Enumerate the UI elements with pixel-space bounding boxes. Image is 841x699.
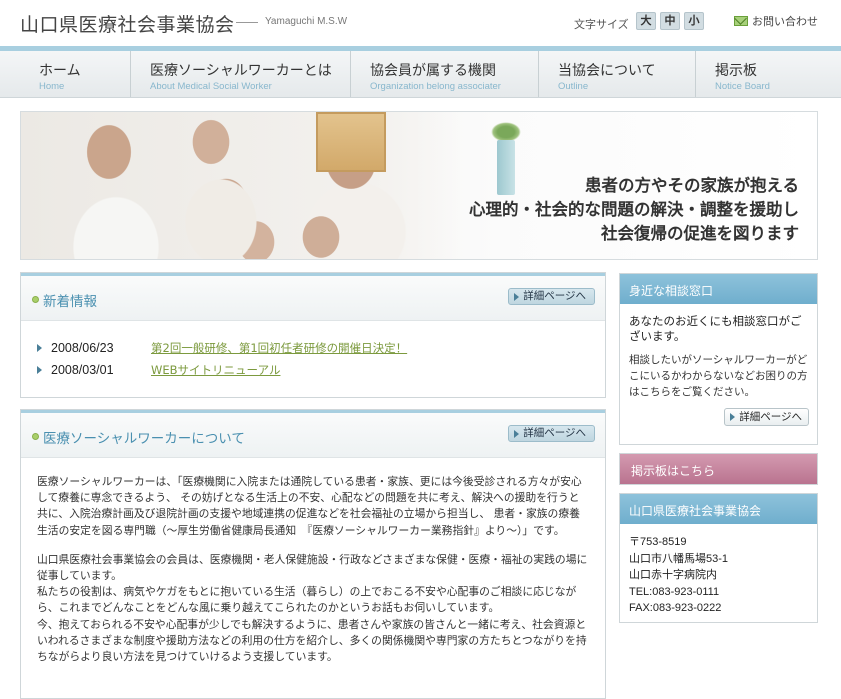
org-zip: 〒753-8519	[629, 536, 687, 548]
nav-label: ホーム	[39, 63, 81, 79]
site-subtitle: Yamaguchi M.S.W	[265, 16, 348, 27]
consult-lead: あなたのお近くにも相談窓口がございます。	[629, 314, 802, 343]
contact-link[interactable]: お問い合わせ	[734, 13, 818, 29]
site-title[interactable]: 山口県医療社会事業協会	[20, 10, 235, 37]
news-link[interactable]: WEBサイトリニューアル	[151, 362, 280, 378]
news-date: 2008/06/23	[51, 341, 114, 355]
nav-label: 当協会について	[558, 63, 656, 79]
org-fax: FAX:083-923-0222	[629, 602, 722, 614]
about-paragraph-2: 山口県医療社会事業協会の会員は、医療機関・老人保健施設・行政などさまざまな保健・…	[37, 552, 589, 665]
font-size-small-button[interactable]: 小	[684, 12, 704, 30]
news-title: 新着情報	[43, 294, 97, 310]
nav-item-notice-board[interactable]: 掲示板 Notice Board	[696, 51, 818, 97]
title-divider	[236, 22, 258, 23]
hero-tagline: 患者の方やその家族が抱える 心理的・社会的な問題の解決・調整を援助し 社会復帰の…	[469, 174, 799, 246]
family-photo	[21, 112, 461, 259]
font-size-label: 文字サイズ	[574, 18, 629, 31]
about-title: 医療ソーシャルワーカーについて	[43, 431, 245, 447]
news-panel: 新着情報 詳細ページへ 2008/06/23 第2回一般研修、第1回初任者研修の…	[20, 272, 606, 398]
arrow-right-icon	[37, 366, 42, 374]
news-panel-header: 新着情報 詳細ページへ	[21, 276, 605, 321]
hero-line-3: 社会復帰の促進を図ります	[601, 224, 799, 243]
news-date: 2008/03/01	[51, 363, 114, 377]
news-link[interactable]: 第2回一般研修、第1回初任者研修の開催日決定！	[151, 340, 407, 356]
nav-sublabel: Notice Board	[715, 81, 770, 92]
org-info-box: 山口県医療社会事業協会 〒753-8519 山口市八幡馬場53-1 山口赤十字病…	[619, 493, 818, 623]
org-address: 〒753-8519 山口市八幡馬場53-1 山口赤十字病院内 TEL:083-9…	[620, 524, 817, 617]
news-item: 2008/03/01 WEBサイトリニューアル	[37, 359, 605, 381]
nav-label: 協会員が属する機関	[370, 63, 496, 79]
bullet-dot-icon	[32, 433, 39, 440]
nav-sublabel: Organization belong associater	[370, 81, 501, 92]
about-body: 医療ソーシャルワーカーは、「医療機関に入院または通院している患者・家族、更には今…	[21, 458, 605, 665]
org-title: 山口県医療社会事業協会	[620, 494, 817, 524]
font-size-large-button[interactable]: 大	[636, 12, 656, 30]
font-size-medium-button[interactable]: 中	[660, 12, 680, 30]
about-msw-panel: 医療ソーシャルワーカーについて 詳細ページへ 医療ソーシャルワーカーは、「医療機…	[20, 409, 606, 699]
about-panel-header: 医療ソーシャルワーカーについて 詳細ページへ	[21, 413, 605, 458]
nav-sublabel: Outline	[558, 81, 589, 92]
nav-item-about-msw[interactable]: 医療ソーシャルワーカーとは About Medical Social Worke…	[131, 51, 351, 97]
consult-body: 相談したいがソーシャルワーカーがどこにいるかわからないなどお困りの方はこちらをご…	[629, 354, 808, 398]
bullet-dot-icon	[32, 296, 39, 303]
window-image	[316, 112, 386, 172]
about-detail-button[interactable]: 詳細ページへ	[508, 425, 595, 442]
about-paragraph-1: 医療ソーシャルワーカーは、「医療機関に入院または通院している患者・家族、更には今…	[37, 475, 582, 537]
consult-button-wrap: 詳細ページへ	[620, 400, 817, 432]
hero-banner: 患者の方やその家族が抱える 心理的・社会的な問題の解決・調整を援助し 社会復帰の…	[20, 111, 818, 260]
plant-leaves	[491, 122, 521, 142]
consult-detail-button[interactable]: 詳細ページへ	[724, 408, 809, 426]
news-list: 2008/06/23 第2回一般研修、第1回初任者研修の開催日決定！ 2008/…	[21, 321, 605, 381]
mail-icon	[734, 16, 748, 26]
hero-line-1: 患者の方やその家族が抱える	[584, 176, 799, 195]
nav-sublabel: Home	[39, 81, 65, 92]
arrow-right-icon	[37, 344, 42, 352]
consult-box: 身近な相談窓口 あなたのお近くにも相談窓口がございます。 相談したいがソーシャル…	[619, 273, 818, 445]
about-paragraph-2c: 今、抱えておられる不安や心配事が少しでも解決するように、患者さんや家族の皆さんと…	[37, 617, 587, 664]
news-item: 2008/06/23 第2回一般研修、第1回初任者研修の開催日決定！	[37, 337, 605, 359]
nav-label: 掲示板	[715, 63, 757, 79]
org-tel: TEL:083-923-0111	[629, 585, 720, 598]
about-paragraph-2a: 山口県医療社会事業協会の会員は、医療機関・老人保健施設・行政などさまざまな保健・…	[37, 552, 588, 583]
nav-item-home[interactable]: ホーム Home	[20, 51, 131, 97]
contact-label: お問い合わせ	[752, 15, 818, 28]
hero-line-2: 心理的・社会的な問題の解決・調整を援助し	[469, 200, 799, 219]
nav-item-outline[interactable]: 当協会について Outline	[539, 51, 696, 97]
notice-board-link[interactable]: 掲示板はこちら	[619, 453, 818, 485]
org-addr-2: 山口赤十字病院内	[629, 569, 717, 581]
about-paragraph-2b: 私たちの役割は、病気やケガをもとに抱いている生活（暮らし）の上でおこる不安や心配…	[37, 585, 577, 615]
nav-label: 医療ソーシャルワーカーとは	[150, 63, 332, 79]
nav-item-organizations[interactable]: 協会員が属する機関 Organization belong associater	[351, 51, 539, 97]
org-addr-1: 山口市八幡馬場53-1	[629, 552, 729, 565]
site-header: 山口県医療社会事業協会 Yamaguchi M.S.W 文字サイズ 大 中 小 …	[0, 0, 841, 46]
consult-title: 身近な相談窓口	[620, 274, 817, 304]
news-detail-button[interactable]: 詳細ページへ	[508, 288, 595, 305]
nav-sublabel: About Medical Social Worker	[150, 81, 272, 92]
main-nav: ホーム Home 医療ソーシャルワーカーとは About Medical Soc…	[0, 51, 841, 98]
